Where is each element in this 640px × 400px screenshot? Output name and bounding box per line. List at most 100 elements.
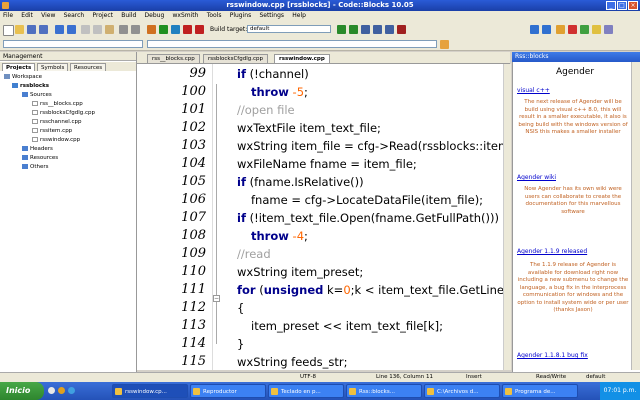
paste-icon[interactable]	[105, 25, 114, 34]
undo-icon[interactable]	[55, 25, 64, 34]
nav-back-icon[interactable]	[530, 25, 539, 34]
menu-view[interactable]: View	[38, 11, 58, 20]
run-to-cursor-icon[interactable]	[349, 25, 358, 34]
file-icon	[32, 101, 38, 106]
code-editor[interactable]: 99 100 101 102 103 104 105 106 107 108 109 110 111 11…	[137, 64, 510, 370]
title-bar: rsswindow.cpp [rssblocks] - Code::Blocks…	[0, 0, 640, 11]
line-number-gutter: 99 100 101 102 103 104 105 106 107 108 109 110 111 11…	[137, 64, 213, 370]
find-icon[interactable]	[119, 25, 128, 34]
app-icon	[115, 388, 122, 395]
code-line: //read	[237, 247, 271, 261]
highlight-icon[interactable]	[556, 25, 565, 34]
taskbar-item[interactable]: C:\Archivos d...	[424, 384, 500, 398]
tree-node-file[interactable]: rsschannel.cpp	[32, 118, 82, 126]
menu-debug[interactable]: Debug	[142, 11, 168, 20]
minimize-button[interactable]: _	[606, 1, 616, 10]
editor-scrollbar[interactable]	[503, 64, 511, 370]
build-icon[interactable]	[147, 25, 156, 34]
new-file-icon[interactable]	[3, 25, 14, 36]
rss-panel-scrollbar[interactable]	[631, 62, 640, 370]
taskbar-item[interactable]: rsswindow.cp...	[112, 384, 188, 398]
rss-item-link[interactable]: Agender wiki	[517, 174, 556, 181]
maximize-button[interactable]: □	[617, 1, 627, 10]
line-number: 100	[181, 84, 206, 99]
run-icon[interactable]	[159, 25, 168, 34]
bookmark-icon[interactable]	[568, 25, 577, 34]
step-out-icon[interactable]	[385, 25, 394, 34]
quicklaunch-icon[interactable]	[48, 387, 55, 394]
menu-tools[interactable]: Tools	[204, 11, 225, 20]
abort-icon[interactable]	[195, 25, 204, 34]
tree-node-file[interactable]: rssblocksCfgdlg.cpp	[32, 109, 95, 117]
replace-icon[interactable]	[131, 25, 140, 34]
rss-item-link[interactable]: Agender 1.1.9 released	[517, 248, 587, 255]
tree-node-sources[interactable]: Sources	[22, 91, 52, 99]
line-number: 115	[181, 354, 206, 369]
editor-tab[interactable]: rssblocksCfgdlg.cpp	[203, 54, 268, 63]
tree-node-file[interactable]: rss__blocks.cpp	[32, 100, 83, 108]
build-target-select[interactable]: default	[247, 25, 331, 33]
tab-projects[interactable]: Projects	[2, 63, 36, 71]
taskbar-item[interactable]: Reproductor	[190, 384, 266, 398]
build-run-icon[interactable]	[171, 25, 180, 34]
help-icon[interactable]	[604, 25, 613, 34]
step-into-icon[interactable]	[373, 25, 382, 34]
menu-search[interactable]: Search	[61, 11, 88, 20]
start-button[interactable]: Inicio	[0, 382, 44, 400]
menu-wxsmith[interactable]: wxSmith	[170, 11, 202, 20]
jump-icon[interactable]	[440, 40, 449, 49]
management-tabs: Projects Symbols Resources	[0, 62, 136, 71]
code-line: wxString item_preset;	[237, 265, 364, 279]
taskbar-item[interactable]: Teclado en p...	[268, 384, 344, 398]
taskbar-item[interactable]: Rss::blocks...	[346, 384, 422, 398]
tree-node-headers[interactable]: Headers	[22, 145, 53, 153]
code-line: if (fname.IsRelative())	[237, 175, 364, 189]
next-line-icon[interactable]	[361, 25, 370, 34]
quicklaunch-icon[interactable]	[68, 387, 75, 394]
status-target: default	[586, 374, 606, 380]
menu-project[interactable]: Project	[89, 11, 116, 20]
rss-item-text: The next release of Agender will be buil…	[518, 99, 628, 135]
cut-icon[interactable]	[81, 25, 90, 34]
open-icon[interactable]	[15, 25, 24, 34]
rss-item-link[interactable]: Agender 1.1.8.1 bug fix	[517, 352, 588, 359]
tree-node-file[interactable]: rssitem.cpp	[32, 127, 72, 135]
scope-select[interactable]	[3, 40, 143, 48]
fold-marker-icon[interactable]: −	[213, 295, 220, 302]
tree-node-others[interactable]: Others	[22, 163, 48, 171]
zoom-icon[interactable]	[580, 25, 589, 34]
function-select[interactable]	[147, 40, 437, 48]
tree-node-workspace[interactable]: Workspace	[4, 73, 42, 81]
stop-debugger-icon[interactable]	[397, 25, 406, 34]
media-player-icon	[193, 388, 200, 395]
code-line: //open file	[237, 103, 295, 117]
quicklaunch-icon[interactable]	[58, 387, 65, 394]
tab-resources[interactable]: Resources	[70, 63, 107, 71]
copy-icon[interactable]	[93, 25, 102, 34]
debug-icon[interactable]	[337, 25, 346, 34]
menu-edit[interactable]: Edit	[18, 11, 36, 20]
tree-node-project[interactable]: rssblocks	[12, 82, 49, 90]
rebuild-icon[interactable]	[183, 25, 192, 34]
comment-icon[interactable]	[592, 25, 601, 34]
redo-icon[interactable]	[67, 25, 76, 34]
tree-node-file[interactable]: rsswindow.cpp	[32, 136, 80, 144]
rss-item-link[interactable]: visual c++	[517, 87, 550, 94]
menu-plugins[interactable]: Plugins	[227, 11, 255, 20]
editor-tab[interactable]: rss__blocks.cpp	[147, 54, 200, 63]
system-tray-clock[interactable]: 07:01 p.m.	[600, 382, 640, 400]
close-button[interactable]: ×	[628, 1, 638, 10]
nav-forward-icon[interactable]	[542, 25, 551, 34]
save-all-icon[interactable]	[39, 25, 48, 34]
file-icon	[32, 137, 38, 142]
menu-file[interactable]: File	[0, 11, 16, 20]
save-icon[interactable]	[27, 25, 36, 34]
tab-symbols[interactable]: Symbols	[37, 63, 69, 71]
status-rw: Read/Write	[536, 374, 567, 380]
menu-help[interactable]: Help	[289, 11, 309, 20]
tree-node-resources[interactable]: Resources	[22, 154, 58, 162]
menu-build[interactable]: Build	[118, 11, 139, 20]
menu-settings[interactable]: Settings	[256, 11, 287, 20]
taskbar-item[interactable]: Programa de...	[502, 384, 578, 398]
editor-tab-active[interactable]: rsswindow.cpp	[274, 54, 330, 63]
